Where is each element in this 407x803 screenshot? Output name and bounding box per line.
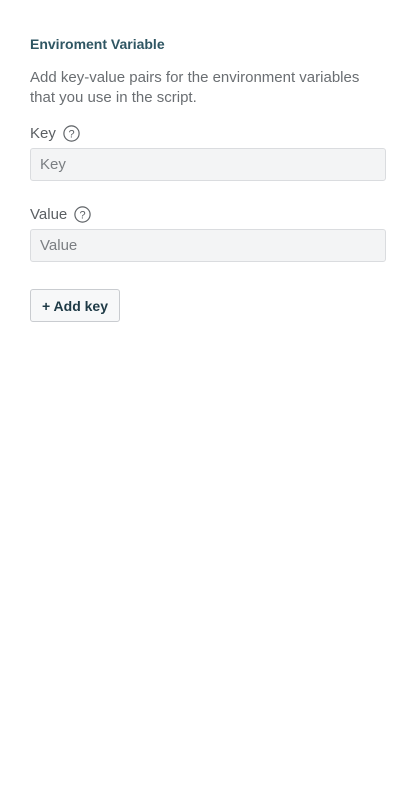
- value-help-icon[interactable]: ?: [74, 205, 91, 223]
- key-input[interactable]: [30, 148, 386, 181]
- value-label: Value: [30, 205, 68, 223]
- key-label-row: Key ?: [30, 123, 386, 143]
- add-key-button[interactable]: + Add key: [30, 289, 121, 322]
- svg-text:?: ?: [80, 209, 86, 221]
- key-field-group: Key ?: [30, 123, 386, 181]
- section-description: Add key-value pairs for the environment …: [30, 69, 360, 106]
- value-label-row: Value ?: [30, 204, 386, 224]
- key-label: Key: [30, 124, 56, 142]
- key-help-icon[interactable]: ?: [63, 124, 80, 142]
- svg-text:?: ?: [68, 128, 74, 140]
- value-input[interactable]: [30, 229, 386, 262]
- section-title: Enviroment Variable: [30, 36, 165, 52]
- value-field-group: Value ?: [30, 204, 386, 262]
- question-circle-icon: ?: [74, 205, 91, 223]
- environment-variable-panel: Enviroment Variable Add key-value pairs …: [0, 0, 407, 322]
- question-circle-icon: ?: [63, 124, 80, 142]
